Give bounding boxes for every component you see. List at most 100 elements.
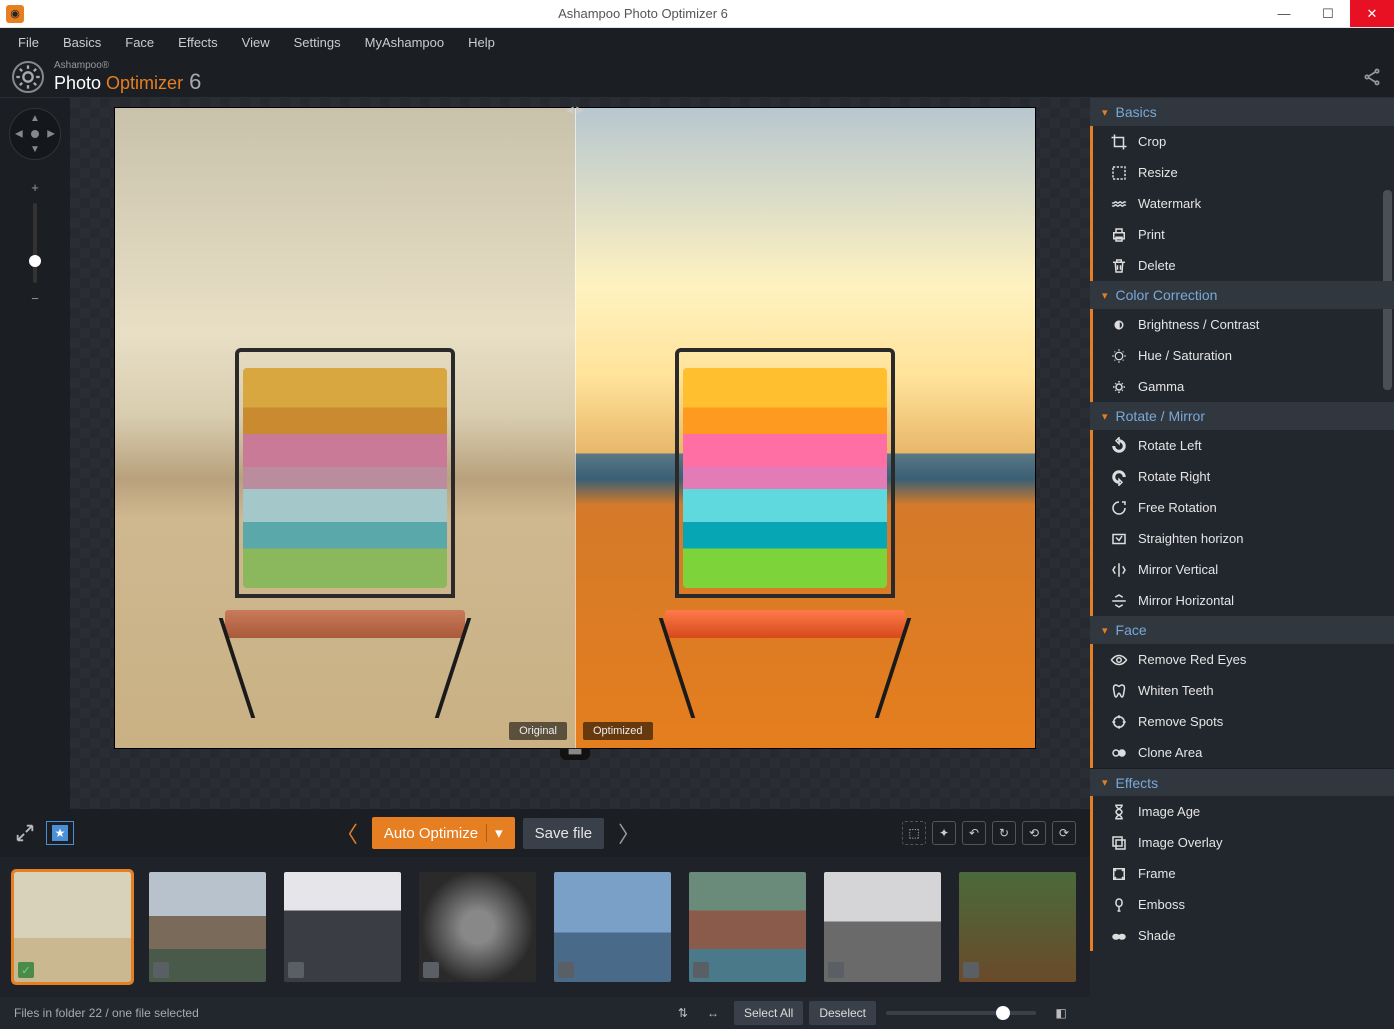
- mirror-horizontal-icon: [1110, 592, 1128, 610]
- optimized-label: Optimized: [583, 722, 653, 740]
- filmstrip: ✓: [0, 857, 1090, 997]
- sidebar-item-resize[interactable]: Resize: [1093, 157, 1394, 188]
- sidebar-header-basics[interactable]: ▾Basics: [1090, 98, 1394, 126]
- next-image-button[interactable]: 〉: [612, 817, 646, 849]
- tooth-icon: [1110, 682, 1128, 700]
- sidebar-item-remove-spots[interactable]: Remove Spots: [1093, 706, 1394, 737]
- emboss-icon: [1110, 896, 1128, 914]
- rating-button[interactable]: ★: [46, 821, 74, 845]
- maximize-button[interactable]: ☐: [1306, 0, 1350, 27]
- thumbnail[interactable]: [824, 872, 941, 982]
- sidebar-item-frame[interactable]: Frame: [1093, 858, 1394, 889]
- check-icon[interactable]: [153, 962, 169, 978]
- menu-file[interactable]: File: [8, 31, 49, 54]
- sidebar-item-red-eyes[interactable]: Remove Red Eyes: [1093, 644, 1394, 675]
- thumbnail[interactable]: [554, 872, 671, 982]
- selection-icon[interactable]: ⬚: [902, 821, 926, 845]
- action-toolbar: ★ 〈 Auto Optimize ▾ Save file 〉 ⬚ ✦ ↶ ↻ …: [0, 809, 1090, 857]
- sort-icon[interactable]: ⇅: [672, 1002, 694, 1024]
- check-icon[interactable]: [558, 962, 574, 978]
- resize-h-icon[interactable]: ↔: [702, 1002, 724, 1024]
- zoom-out-icon[interactable]: −: [31, 291, 39, 306]
- menu-basics[interactable]: Basics: [53, 31, 111, 54]
- prev-image-button[interactable]: 〈: [330, 817, 364, 849]
- sidebar-item-shade[interactable]: Shade: [1093, 920, 1394, 951]
- check-icon[interactable]: [963, 962, 979, 978]
- rotate-ccw-icon[interactable]: ⟲: [1022, 821, 1046, 845]
- sidebar-item-clone-area[interactable]: Clone Area: [1093, 737, 1394, 768]
- sidebar-item-mirror-h[interactable]: Mirror Horizontal: [1093, 585, 1394, 616]
- sidebar-item-image-age[interactable]: Image Age: [1093, 796, 1394, 827]
- sidebar-item-hue[interactable]: Hue / Saturation: [1093, 340, 1394, 371]
- minimize-button[interactable]: —: [1262, 0, 1306, 27]
- check-icon[interactable]: [828, 962, 844, 978]
- collapse-icon[interactable]: [14, 822, 36, 844]
- tag-icon[interactable]: ◧: [1050, 1002, 1072, 1024]
- sidebar-header-face[interactable]: ▾Face: [1090, 616, 1394, 644]
- compare-divider[interactable]: [575, 108, 576, 748]
- deselect-button[interactable]: Deselect: [809, 1001, 876, 1025]
- sidebar-item-delete[interactable]: Delete: [1093, 250, 1394, 281]
- chevron-down-icon: ▾: [1102, 410, 1108, 423]
- viewport-controls: ▲▼◀▶ + −: [0, 98, 70, 809]
- resize-icon: [1110, 164, 1128, 182]
- sidebar-item-emboss[interactable]: Emboss: [1093, 889, 1394, 920]
- sidebar-item-watermark[interactable]: Watermark: [1093, 188, 1394, 219]
- sidebar-item-image-overlay[interactable]: Image Overlay: [1093, 827, 1394, 858]
- sidebar-item-rotate-right[interactable]: Rotate Right: [1093, 461, 1394, 492]
- check-icon[interactable]: [288, 962, 304, 978]
- sidebar-item-print[interactable]: Print: [1093, 219, 1394, 250]
- redo-icon[interactable]: ↻: [992, 821, 1016, 845]
- frame-icon: [1110, 865, 1128, 883]
- undo-icon[interactable]: ↶: [962, 821, 986, 845]
- menu-view[interactable]: View: [232, 31, 280, 54]
- menu-face[interactable]: Face: [115, 31, 164, 54]
- pan-control[interactable]: ▲▼◀▶: [9, 108, 61, 160]
- sidebar-item-whiten-teeth[interactable]: Whiten Teeth: [1093, 675, 1394, 706]
- zoom-slider[interactable]: [33, 203, 37, 283]
- chevron-down-icon: ▾: [1102, 776, 1108, 789]
- save-file-button[interactable]: Save file: [523, 818, 605, 849]
- hue-icon: [1110, 347, 1128, 365]
- share-icon[interactable]: [1362, 67, 1382, 87]
- sidebar-item-gamma[interactable]: Gamma: [1093, 371, 1394, 402]
- sidebar-header-color[interactable]: ▾Color Correction: [1090, 281, 1394, 309]
- watermark-icon: [1110, 195, 1128, 213]
- zoom-in-icon[interactable]: +: [31, 180, 39, 195]
- thumb-size-slider[interactable]: [886, 1011, 1036, 1015]
- rotate-cw-icon[interactable]: ⟳: [1052, 821, 1076, 845]
- window-titlebar: ◉ Ashampoo Photo Optimizer 6 — ☐ ✕: [0, 0, 1394, 28]
- menu-help[interactable]: Help: [458, 31, 505, 54]
- rotate-right-icon: [1110, 468, 1128, 486]
- menu-settings[interactable]: Settings: [284, 31, 351, 54]
- sidebar-header-effects[interactable]: ▾Effects: [1090, 768, 1394, 796]
- thumbnail[interactable]: [689, 872, 806, 982]
- compare-notch-icon[interactable]: ▀▀: [560, 748, 590, 760]
- check-icon[interactable]: [693, 962, 709, 978]
- magic-icon[interactable]: ✦: [932, 821, 956, 845]
- check-icon[interactable]: ✓: [18, 962, 34, 978]
- sunglasses-icon: [1110, 927, 1128, 945]
- thumbnail[interactable]: [419, 872, 536, 982]
- close-button[interactable]: ✕: [1350, 0, 1394, 27]
- sidebar-item-straighten[interactable]: Straighten horizon: [1093, 523, 1394, 554]
- thumbnail[interactable]: ✓: [14, 872, 131, 982]
- sidebar-item-mirror-v[interactable]: Mirror Vertical: [1093, 554, 1394, 585]
- menu-myashampoo[interactable]: MyAshampoo: [355, 31, 454, 54]
- sidebar-header-rotate[interactable]: ▾Rotate / Mirror: [1090, 402, 1394, 430]
- auto-optimize-dropdown-icon[interactable]: ▾: [486, 824, 503, 842]
- sidebar-item-crop[interactable]: Crop: [1093, 126, 1394, 157]
- check-icon[interactable]: [423, 962, 439, 978]
- select-all-button[interactable]: Select All: [734, 1001, 803, 1025]
- sidebar-item-rotate-left[interactable]: Rotate Left: [1093, 430, 1394, 461]
- sidebar-item-free-rotation[interactable]: Free Rotation: [1093, 492, 1394, 523]
- thumbnail[interactable]: [959, 872, 1076, 982]
- compare-view[interactable]: ◀ ▶ Original Optimized ▀▀: [115, 108, 1035, 748]
- thumbnail[interactable]: [284, 872, 401, 982]
- eye-icon: [1110, 651, 1128, 669]
- thumbnail[interactable]: [149, 872, 266, 982]
- auto-optimize-button[interactable]: Auto Optimize ▾: [372, 817, 515, 849]
- clone-icon: [1110, 744, 1128, 762]
- sidebar-item-brightness[interactable]: Brightness / Contrast: [1093, 309, 1394, 340]
- menu-effects[interactable]: Effects: [168, 31, 228, 54]
